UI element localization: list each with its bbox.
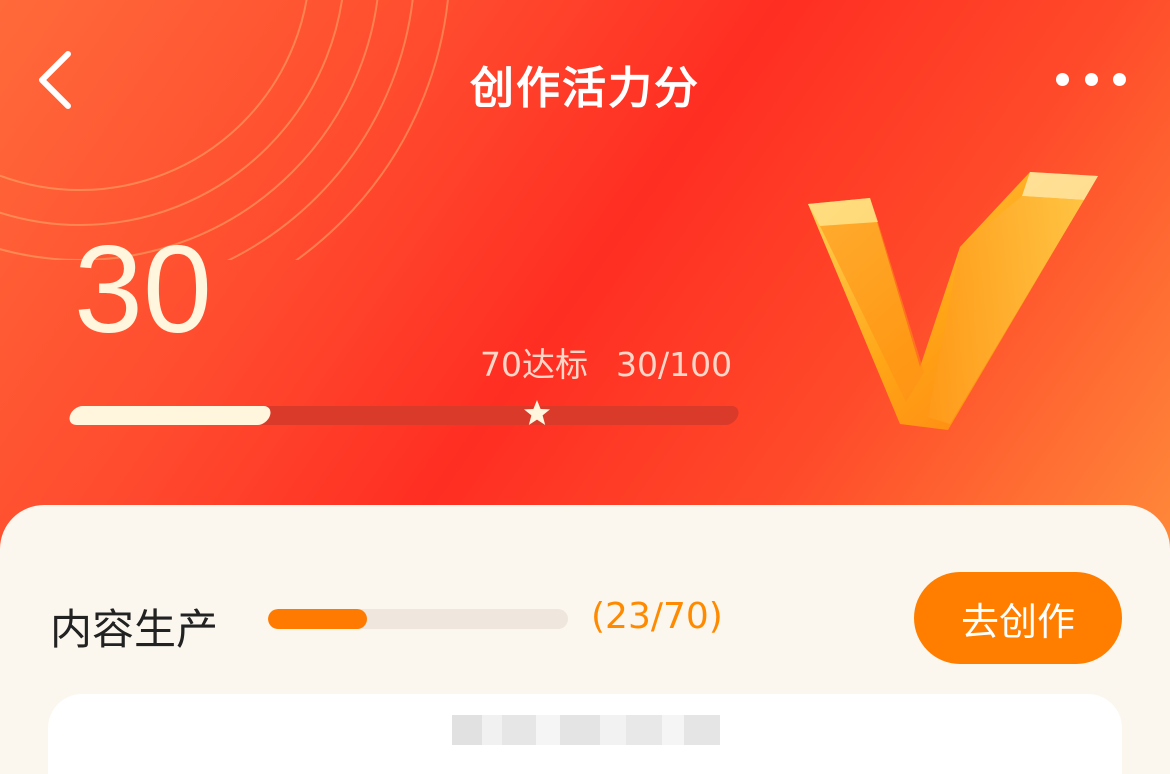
more-dot xyxy=(1113,72,1126,86)
blurred-content xyxy=(452,715,720,745)
target-label: 70达标 xyxy=(480,345,588,384)
more-horizontal-icon xyxy=(1056,72,1069,86)
page-title: 创作活力分 xyxy=(470,63,700,114)
v-badge-icon xyxy=(808,172,1098,430)
progress-label: 30/100 xyxy=(616,345,733,384)
star-icon xyxy=(524,400,550,425)
section-title: 内容生产 xyxy=(50,605,219,654)
score-value: 30 xyxy=(74,221,212,359)
hero-banner: 创作活力分 30 70达标 30/100 xyxy=(0,0,1170,560)
section-progress-track xyxy=(268,609,568,629)
more-dot xyxy=(1084,72,1098,86)
target-info: 70达标 30/100 xyxy=(480,338,732,386)
more-button[interactable] xyxy=(1056,64,1126,94)
score-progress-fill xyxy=(66,406,274,425)
section-progress-fill xyxy=(268,609,367,629)
create-button[interactable]: 去创作 xyxy=(914,572,1122,664)
section-count: (23/70) xyxy=(591,596,723,637)
score-progress-track xyxy=(66,406,742,425)
